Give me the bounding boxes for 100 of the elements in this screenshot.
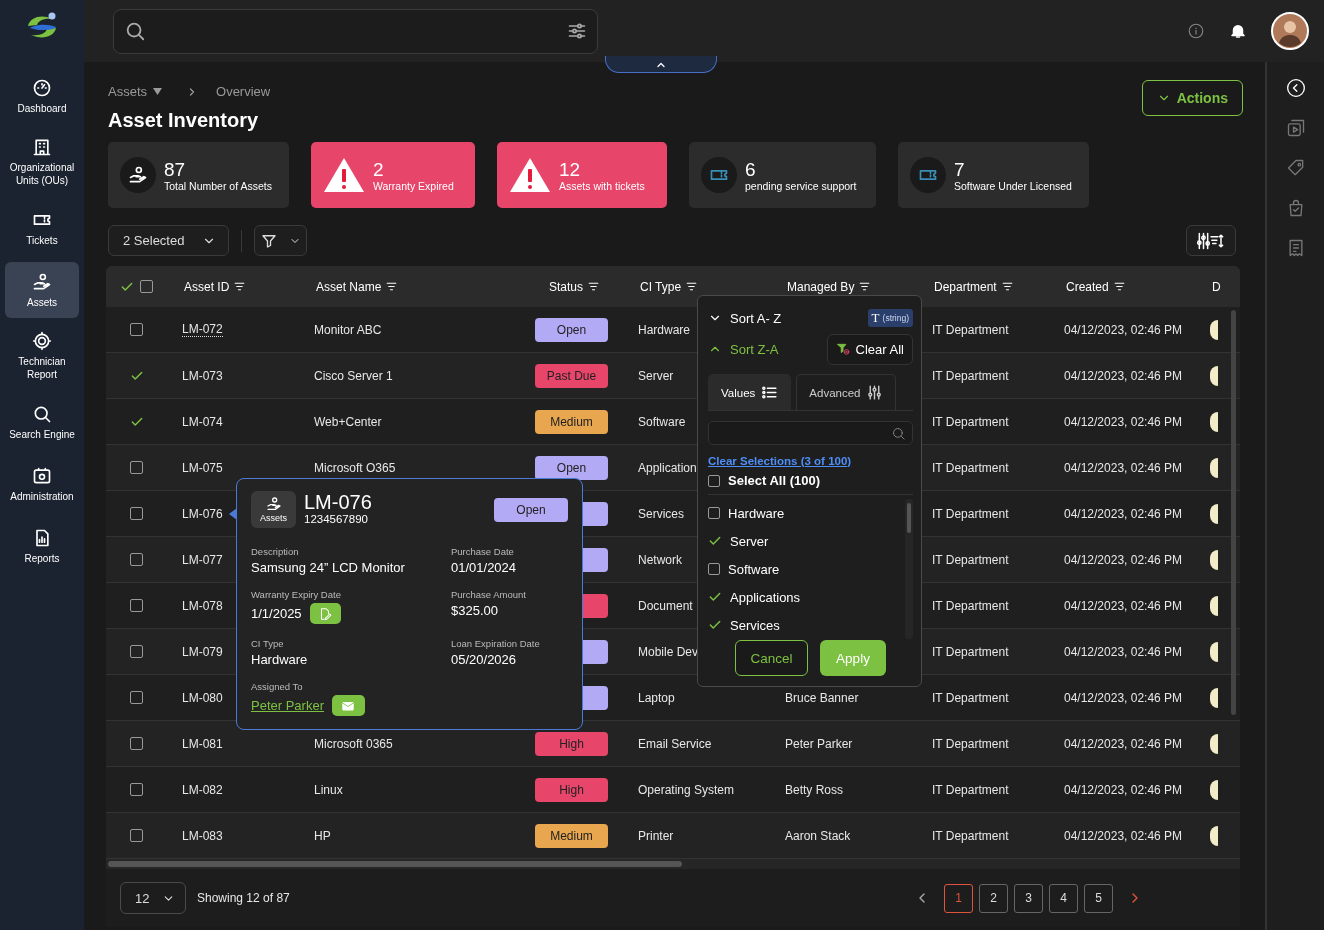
- column-header[interactable]: Created: [1066, 279, 1109, 294]
- tag-chip: [1210, 503, 1218, 524]
- checkbox[interactable]: [130, 599, 143, 612]
- table-cell: IT Department: [932, 322, 1009, 337]
- checkbox[interactable]: [708, 563, 720, 575]
- tab[interactable]: Values: [708, 374, 792, 410]
- stat-card[interactable]: 12 Assets with tickets: [497, 142, 667, 208]
- field-value: 01/01/2024: [451, 560, 517, 575]
- avatar[interactable]: [1271, 12, 1309, 50]
- column-header[interactable]: D: [1212, 279, 1221, 294]
- table-cell: Application: [638, 460, 697, 475]
- checkbox[interactable]: [130, 737, 143, 750]
- nav-item[interactable]: Search Engine: [5, 394, 79, 450]
- option-label: Hardware: [728, 505, 785, 521]
- check-icon: [708, 618, 722, 632]
- clear-selections-link[interactable]: Clear Selections (3 of 100): [708, 455, 852, 467]
- checkbox[interactable]: [130, 323, 143, 336]
- bell-icon[interactable]: [1229, 22, 1247, 40]
- scrollbar[interactable]: [108, 861, 682, 867]
- search-field[interactable]: [708, 421, 913, 445]
- column-header[interactable]: CI Type: [640, 279, 682, 294]
- info-icon[interactable]: [1187, 22, 1205, 40]
- nav-label: Search Engine: [9, 427, 75, 441]
- status-badge: Open: [535, 455, 608, 480]
- stat-card[interactable]: 2 Warranty Expired: [311, 142, 475, 208]
- checkbox[interactable]: [708, 474, 720, 487]
- check-icon: [708, 534, 722, 548]
- column-header[interactable]: Asset ID: [184, 279, 230, 294]
- filter-dropdown[interactable]: [254, 225, 307, 256]
- table-cell: 04/12/2023, 02:46 PM: [1064, 322, 1183, 337]
- serial-number: 1234567890: [304, 513, 369, 525]
- field-label: Purchase Date: [451, 546, 515, 557]
- nav-item[interactable]: Administration: [5, 456, 79, 512]
- sort-icon: [685, 280, 699, 293]
- tab[interactable]: Advanced: [796, 374, 897, 410]
- cancel-button[interactable]: Cancel: [735, 640, 808, 676]
- page-size-select[interactable]: 12: [120, 882, 186, 914]
- type-badge: T (string): [867, 309, 913, 327]
- actions-button[interactable]: Actions: [1141, 80, 1243, 116]
- page-button[interactable]: 2: [979, 883, 1008, 913]
- checkbox[interactable]: [708, 507, 720, 519]
- search-field[interactable]: [113, 8, 598, 54]
- edit-button[interactable]: [309, 603, 341, 624]
- assignee-link[interactable]: Peter Parker: [251, 698, 324, 713]
- email-button[interactable]: [332, 695, 365, 716]
- checkbox[interactable]: [140, 280, 153, 293]
- page-button[interactable]: 5: [1084, 883, 1113, 913]
- column-header[interactable]: Managed By: [787, 279, 855, 294]
- checkbox[interactable]: [130, 553, 143, 566]
- table-cell: 04/12/2023, 02:46 PM: [1064, 368, 1183, 383]
- nav-item[interactable]: Reports: [5, 518, 79, 574]
- table-cell: IT Department: [932, 782, 1009, 797]
- tag-chip: [1210, 365, 1218, 386]
- nav-item[interactable]: Tickets: [5, 200, 79, 256]
- option-label: Select All (100): [728, 473, 820, 488]
- column-header[interactable]: Status: [549, 279, 584, 294]
- status-badge: Medium: [535, 823, 608, 848]
- table-cell: LM-077: [182, 552, 223, 567]
- page-button[interactable]: 4: [1049, 883, 1078, 913]
- column-header[interactable]: Asset Name: [316, 279, 382, 294]
- stat-card[interactable]: 6 pending service support: [689, 142, 876, 208]
- checkbox[interactable]: [130, 461, 143, 474]
- nav-item[interactable]: Technician Report: [5, 324, 79, 388]
- page-button[interactable]: 3: [1014, 883, 1043, 913]
- selection-dropdown[interactable]: 2 Selected: [108, 225, 229, 256]
- nav-label: Tickets: [26, 233, 58, 247]
- checkbox[interactable]: [130, 783, 143, 796]
- checkbox[interactable]: [130, 691, 143, 704]
- tag-chip: [1210, 411, 1218, 432]
- checkbox[interactable]: [130, 645, 143, 658]
- page-button[interactable]: 1: [944, 883, 973, 913]
- nav-item[interactable]: Assets: [5, 262, 79, 318]
- table-cell: Aaron Stack: [785, 828, 851, 843]
- nav-item[interactable]: Organizational Units (OUs): [5, 130, 79, 194]
- collapse-icon[interactable]: [1285, 78, 1306, 98]
- sort-option[interactable]: Sort Z-A: [708, 341, 779, 357]
- search-icon: [124, 20, 146, 42]
- nav-item[interactable]: Dashboard: [5, 68, 79, 124]
- checkbox[interactable]: [130, 829, 143, 842]
- checkbox[interactable]: [130, 507, 143, 520]
- stat-value: 7: [954, 158, 966, 180]
- stat-card[interactable]: 7 Software Under Licensed: [898, 142, 1089, 208]
- breadcrumb-link[interactable]: Assets: [108, 84, 147, 99]
- column-header[interactable]: Department: [934, 279, 997, 294]
- column-settings-button[interactable]: [1186, 225, 1236, 256]
- tag-chip: [1210, 825, 1218, 846]
- asset-id-link[interactable]: LM-072: [182, 322, 223, 337]
- table-cell: Betty Ross: [785, 782, 844, 797]
- scrollbar[interactable]: [1231, 310, 1236, 715]
- status-badge: Medium: [535, 409, 608, 434]
- tag-icon[interactable]: [1285, 158, 1306, 178]
- clear-all-button[interactable]: Clear All: [826, 333, 913, 365]
- stat-card[interactable]: 87 Total Number of Assets: [108, 142, 289, 208]
- collapse-tab[interactable]: [605, 56, 717, 73]
- video-icon[interactable]: [1285, 118, 1306, 138]
- scrollbar[interactable]: [905, 499, 913, 639]
- table-cell: IT Department: [932, 690, 1009, 705]
- sort-option[interactable]: Sort A- Z: [708, 310, 782, 326]
- sliders-icon[interactable]: [567, 21, 587, 41]
- stat-value: 6: [745, 158, 757, 180]
